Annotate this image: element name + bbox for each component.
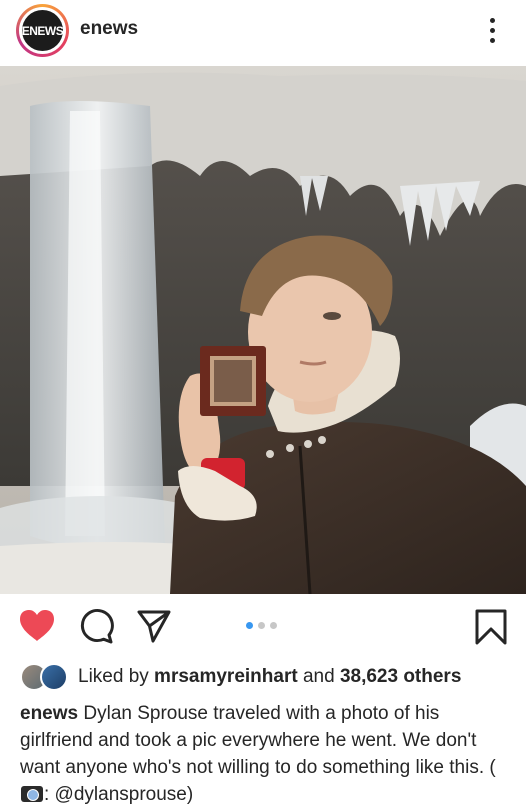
likes-count[interactable]: 38,623 others: [340, 666, 461, 687]
liker-username[interactable]: mrsamyreinhart: [154, 666, 298, 687]
avatar: [40, 663, 68, 691]
avatar-logo-text: ENEWS: [21, 23, 64, 38]
comment-icon[interactable]: [78, 608, 114, 644]
bookmark-icon[interactable]: [474, 608, 510, 645]
post-image[interactable]: [0, 66, 526, 594]
caption-credit[interactable]: : @dylansprouse): [44, 784, 193, 805]
liker-avatars[interactable]: [20, 662, 74, 692]
carousel-dot: [258, 622, 265, 629]
username[interactable]: enews: [80, 18, 138, 40]
post-caption: enews Dylan Sprouse traveled with a phot…: [20, 700, 510, 808]
likes-row: Liked by mrsamyreinhart and 38,623 other…: [20, 662, 461, 692]
avatar[interactable]: ENEWS: [16, 4, 69, 57]
post-header: ENEWS enews: [0, 0, 526, 66]
caption-author[interactable]: enews: [20, 703, 78, 724]
send-icon[interactable]: [136, 608, 172, 644]
post-photo-illustration: [0, 66, 526, 594]
heart-icon[interactable]: [18, 608, 54, 644]
carousel-dot-active: [246, 622, 253, 629]
caption-text: Dylan Sprouse traveled with a photo of h…: [20, 703, 496, 778]
likes-text[interactable]: Liked by mrsamyreinhart and 38,623 other…: [78, 666, 461, 688]
camera-icon: [21, 786, 43, 802]
more-vertical-icon[interactable]: [480, 12, 504, 48]
enews-logo: ENEWS: [21, 10, 64, 51]
carousel-indicator: [246, 622, 277, 629]
carousel-dot: [270, 622, 277, 629]
